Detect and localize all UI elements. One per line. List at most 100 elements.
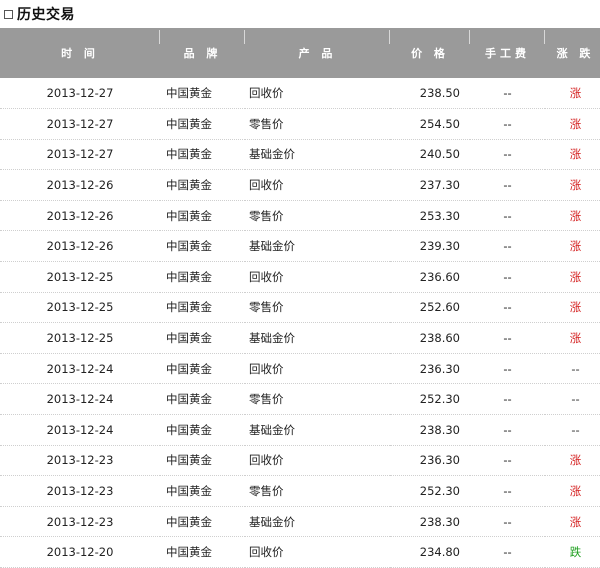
cell-change: 涨	[569, 300, 582, 315]
cell-brand: 中国黄金	[166, 178, 212, 193]
cell-product: 回收价	[249, 269, 284, 284]
cell-fee: --	[503, 422, 512, 437]
cell-price: 238.50	[419, 86, 460, 101]
cell-change: --	[571, 422, 580, 437]
table-row: 2013-12-25 中国黄金 回收价 236.60 -- 涨	[0, 262, 600, 293]
cell-product: 基础金价	[249, 331, 295, 346]
cell-brand: 中国黄金	[166, 331, 212, 346]
cell-date: 2013-12-25	[46, 300, 114, 315]
cell-fee: --	[503, 453, 512, 468]
cell-date: 2013-12-23	[46, 484, 114, 499]
cell-date: 2013-12-26	[46, 178, 114, 193]
table-row: 2013-12-26 中国黄金 零售价 253.30 -- 涨	[0, 200, 600, 231]
cell-price: 252.30	[419, 484, 460, 499]
cell-change: 涨	[569, 484, 582, 499]
table-row: 2013-12-25 中国黄金 零售价 252.60 -- 涨	[0, 292, 600, 323]
cell-product: 基础金价	[249, 147, 295, 162]
cell-brand: 中国黄金	[166, 116, 212, 131]
table-row: 2013-12-27 中国黄金 零售价 254.50 -- 涨	[0, 109, 600, 140]
cell-fee: --	[503, 300, 512, 315]
cell-product: 零售价	[249, 484, 284, 499]
cell-price: 236.60	[419, 269, 460, 284]
section-header: 历史交易	[0, 0, 600, 28]
cell-change: 跌	[569, 545, 582, 560]
cell-date: 2013-12-27	[46, 116, 114, 131]
cell-product: 零售价	[249, 116, 284, 131]
cell-product: 回收价	[249, 178, 284, 193]
column-header-price: 价 格	[390, 28, 470, 78]
table-row: 2013-12-23 中国黄金 基础金价 238.30 -- 涨	[0, 506, 600, 537]
cell-fee: --	[503, 484, 512, 499]
cell-brand: 中国黄金	[166, 545, 212, 560]
cell-change: 涨	[569, 86, 582, 101]
cell-product: 基础金价	[249, 514, 295, 529]
cell-brand: 中国黄金	[166, 147, 212, 162]
cell-date: 2013-12-25	[46, 269, 114, 284]
cell-change: 涨	[569, 514, 582, 529]
cell-date: 2013-12-20	[46, 545, 114, 560]
section-title: 历史交易	[17, 7, 75, 23]
cell-change: 涨	[569, 453, 582, 468]
cell-date: 2013-12-24	[46, 361, 114, 376]
cell-product: 基础金价	[249, 422, 295, 437]
cell-brand: 中国黄金	[166, 269, 212, 284]
cell-change: 涨	[569, 331, 582, 346]
cell-date: 2013-12-25	[46, 331, 114, 346]
cell-fee: --	[503, 361, 512, 376]
cell-price: 252.60	[419, 300, 460, 315]
cell-price: 253.30	[419, 208, 460, 223]
table-row: 2013-12-24 中国黄金 零售价 252.30 -- --	[0, 384, 600, 415]
cell-fee: --	[503, 116, 512, 131]
cell-brand: 中国黄金	[166, 453, 212, 468]
table-row: 2013-12-24 中国黄金 基础金价 238.30 -- --	[0, 415, 600, 446]
cell-date: 2013-12-26	[46, 208, 114, 223]
square-bullet-icon	[4, 9, 13, 19]
cell-price: 239.30	[419, 239, 460, 254]
cell-change: 涨	[569, 208, 582, 223]
cell-change: 涨	[569, 147, 582, 162]
table-row: 2013-12-23 中国黄金 零售价 252.30 -- 涨	[0, 476, 600, 507]
cell-price: 236.30	[419, 361, 460, 376]
table-header-row: 时 间 品 牌 产 品 价 格 手工费 涨 跌	[0, 28, 600, 78]
cell-fee: --	[503, 178, 512, 193]
cell-brand: 中国黄金	[166, 208, 212, 223]
cell-product: 回收价	[249, 86, 284, 101]
cell-brand: 中国黄金	[166, 484, 212, 499]
column-header-time: 时 间	[0, 28, 160, 78]
column-header-fee: 手工费	[470, 28, 545, 78]
cell-price: 234.80	[419, 545, 460, 560]
cell-price: 238.30	[419, 514, 460, 529]
cell-change: 涨	[569, 239, 582, 254]
cell-date: 2013-12-26	[46, 239, 114, 254]
table-row: 2013-12-27 中国黄金 基础金价 240.50 -- 涨	[0, 139, 600, 170]
cell-fee: --	[503, 545, 512, 560]
cell-change: 涨	[569, 178, 582, 193]
cell-price: 237.30	[419, 178, 460, 193]
history-trade-table: 时 间 品 牌 产 品 价 格 手工费 涨 跌 2013-12-27 中国黄金 回收…	[0, 28, 600, 568]
cell-product: 零售价	[249, 300, 284, 315]
cell-brand: 中国黄金	[166, 300, 212, 315]
cell-fee: --	[503, 208, 512, 223]
cell-product: 回收价	[249, 361, 284, 376]
cell-fee: --	[503, 147, 512, 162]
cell-brand: 中国黄金	[166, 86, 212, 101]
table-row: 2013-12-25 中国黄金 基础金价 238.60 -- 涨	[0, 323, 600, 354]
cell-brand: 中国黄金	[166, 392, 212, 407]
cell-product: 回收价	[249, 545, 284, 560]
cell-change: 涨	[569, 269, 582, 284]
cell-brand: 中国黄金	[166, 422, 212, 437]
cell-product: 基础金价	[249, 239, 295, 254]
cell-date: 2013-12-24	[46, 392, 114, 407]
cell-price: 238.30	[419, 422, 460, 437]
column-header-change: 涨 跌	[556, 47, 595, 60]
cell-price: 240.50	[419, 147, 460, 162]
cell-product: 回收价	[249, 453, 284, 468]
cell-change: --	[571, 392, 580, 407]
cell-fee: --	[503, 86, 512, 101]
cell-date: 2013-12-24	[46, 422, 114, 437]
cell-fee: --	[503, 331, 512, 346]
table-row: 2013-12-24 中国黄金 回收价 236.30 -- --	[0, 353, 600, 384]
cell-change: 涨	[569, 116, 582, 131]
column-header-product: 产 品	[245, 28, 390, 78]
cell-fee: --	[503, 239, 512, 254]
